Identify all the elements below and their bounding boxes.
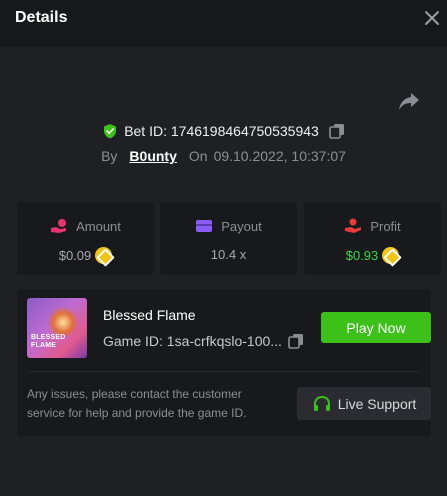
bet-id-row: Bet ID: 1746198464750535943	[0, 121, 447, 141]
stat-label: Amount	[76, 218, 121, 234]
support-notice: Any issues, please contact the customer …	[27, 387, 247, 420]
live-support-label: Live Support	[337, 395, 417, 412]
game-card: BLESSED FLAME Blessed Flame Game ID: 1sa…	[17, 289, 431, 436]
headset-icon	[313, 395, 330, 411]
game-id-text: Game ID: 1sa-crfkqslo-100...	[103, 333, 282, 349]
game-thumbnail[interactable]: BLESSED FLAME	[27, 298, 87, 358]
bet-id-text: Bet ID: 1746198464750535943	[124, 123, 319, 139]
coins-hand-icon	[51, 219, 67, 233]
bet-stats: Amount $0.09 Payout 10.4 x Profit $0.93	[17, 202, 441, 275]
game-thumbnail-title: BLESSED FLAME	[31, 334, 66, 349]
stat-value: $0.93	[345, 248, 379, 263]
stat-value: $0.09	[58, 248, 92, 263]
copy-icon[interactable]	[288, 333, 304, 349]
copy-icon[interactable]	[329, 123, 345, 139]
profit-hand-icon	[345, 218, 362, 233]
divider	[27, 371, 421, 372]
username-link[interactable]: B0unty	[129, 148, 176, 164]
stat-value: 10.4 x	[210, 247, 247, 262]
stat-label: Profit	[370, 218, 401, 234]
shield-check-icon	[104, 124, 117, 139]
live-support-button[interactable]: Live Support	[297, 387, 431, 420]
header-bar: Details	[0, 0, 447, 47]
on-label: On	[188, 148, 208, 164]
by-label: By	[101, 148, 118, 164]
game-name: Blessed Flame	[103, 307, 196, 323]
stat-label: Payout	[221, 218, 262, 234]
wallet-icon	[196, 220, 213, 232]
coin-icon	[382, 247, 400, 264]
share-icon[interactable]	[398, 91, 420, 111]
game-id-row: Game ID: 1sa-crfkqslo-100...	[103, 333, 304, 349]
bet-author-row: By B0unty On 09.10.2022, 10:37:07	[0, 147, 447, 165]
stat-profit: Profit $0.93	[304, 202, 441, 275]
stat-payout: Payout 10.4 x	[160, 202, 297, 275]
coin-icon	[95, 247, 113, 264]
close-icon[interactable]	[422, 8, 442, 28]
stat-amount: Amount $0.09	[17, 202, 154, 275]
page-title: Details	[15, 9, 68, 26]
bet-datetime: 09.10.2022, 10:37:07	[213, 148, 346, 164]
play-now-button[interactable]: Play Now	[321, 312, 431, 343]
